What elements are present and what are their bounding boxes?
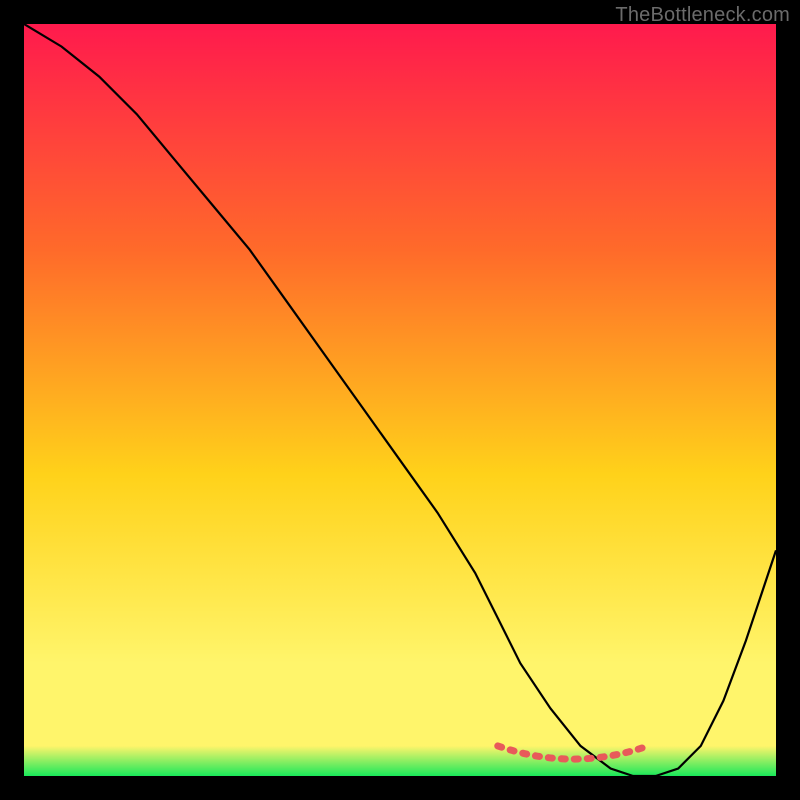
watermark-text: TheBottleneck.com [615, 4, 790, 27]
chart-frame [24, 24, 776, 776]
bottleneck-chart [24, 24, 776, 776]
gradient-background [24, 24, 776, 776]
